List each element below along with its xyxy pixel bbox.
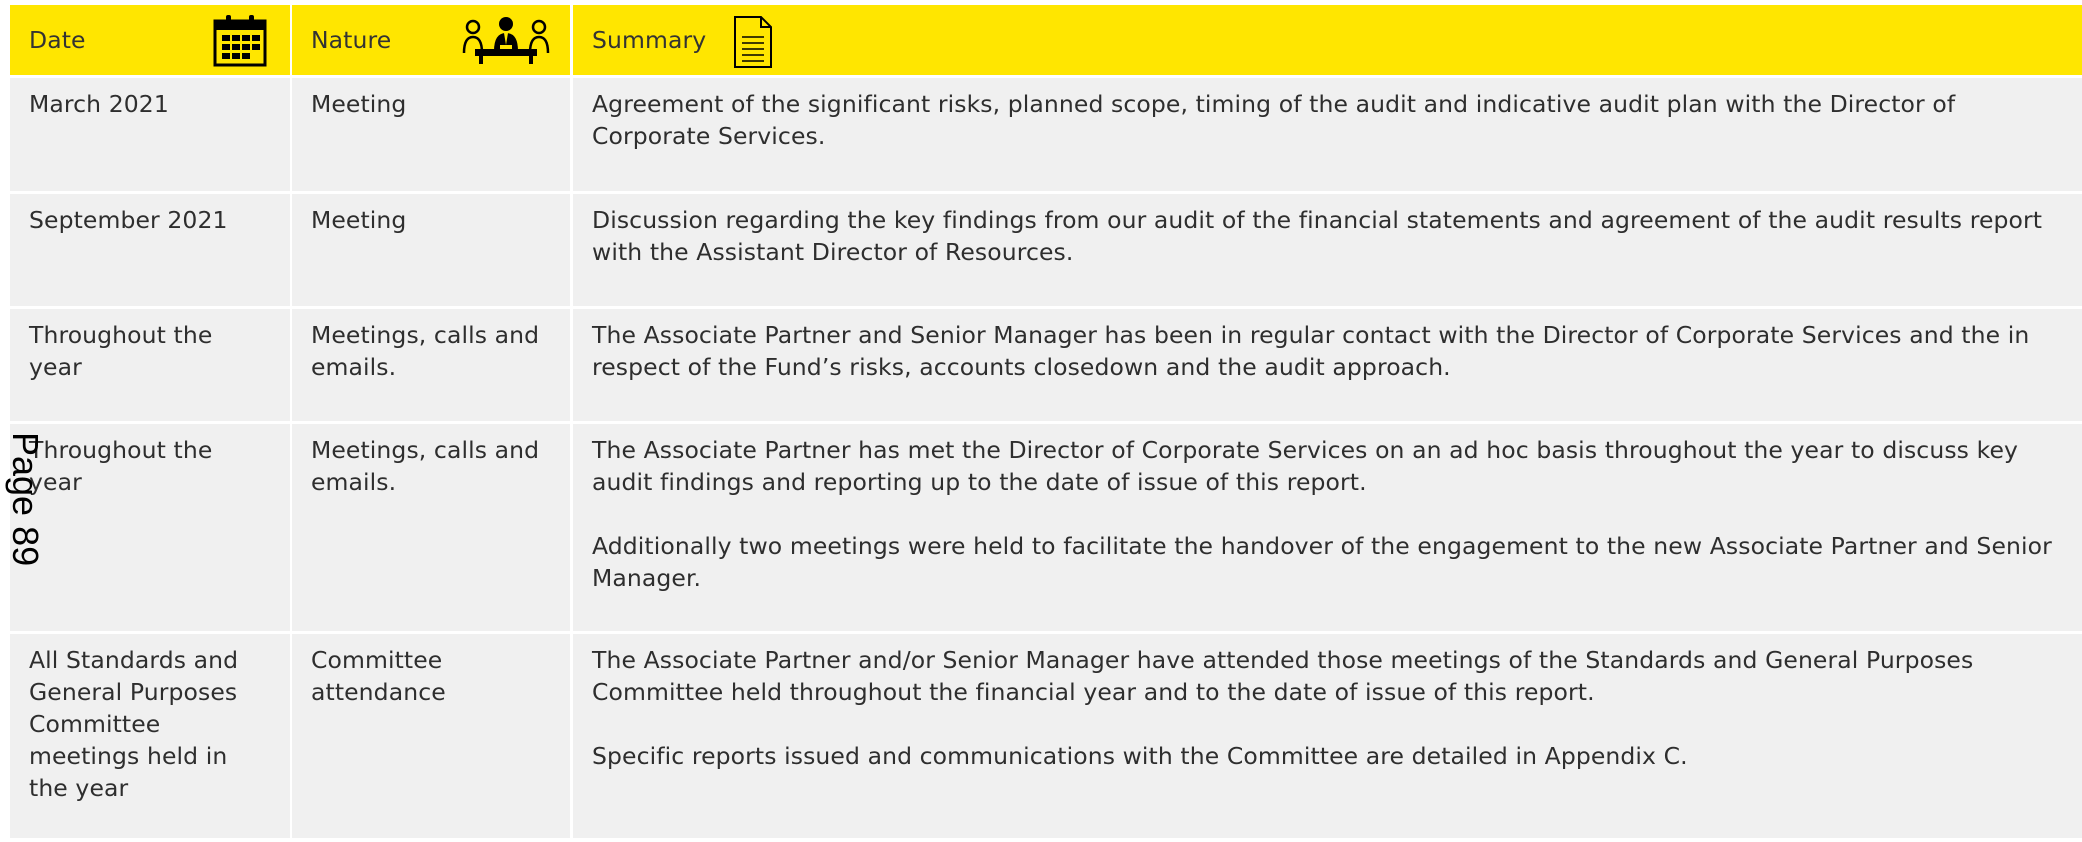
nature-cell: Meeting (292, 194, 570, 306)
nature-cell: Meetings, calls and emails. (292, 424, 570, 631)
table-header: Date Nature Summary (10, 5, 2082, 75)
summary-paragraph: Additionally two meetings were held to f… (592, 532, 2052, 592)
page-number-stamp: Page 89 (5, 432, 46, 567)
header-date: Date (10, 5, 290, 75)
nature-cell: Meeting (292, 78, 570, 191)
header-nature-label: Nature (311, 26, 392, 54)
table-row: March 2021 Meeting Agreement of the sign… (10, 78, 2082, 191)
header-date-label: Date (29, 26, 86, 54)
date-cell: Throughout the year (10, 424, 290, 631)
nature-cell: Meetings, calls and emails. (292, 309, 570, 421)
table-row: September 2021 Meeting Discussion regard… (10, 194, 2082, 306)
summary-cell: The Associate Partner has met the Direct… (573, 424, 2082, 631)
header-summary-label: Summary (592, 26, 707, 54)
date-cell: Throughout the year (10, 309, 290, 421)
header-summary: Summary (573, 5, 2082, 75)
summary-paragraph: The Associate Partner has met the Direct… (592, 436, 2019, 496)
date-cell: September 2021 (10, 194, 290, 306)
summary-cell: The Associate Partner and/or Senior Mana… (573, 634, 2082, 838)
summary-paragraph: Discussion regarding the key findings fr… (592, 206, 2043, 266)
header-nature: Nature (292, 5, 570, 75)
summary-paragraph: The Associate Partner and Senior Manager… (592, 321, 2030, 381)
date-cell: All Standards and General Purposes Commi… (10, 634, 290, 838)
summary-paragraph: Agreement of the significant risks, plan… (592, 90, 1956, 150)
document-icon (734, 16, 772, 68)
summary-cell: The Associate Partner and Senior Manager… (573, 309, 2082, 421)
summary-paragraph: The Associate Partner and/or Senior Mana… (592, 646, 1974, 706)
table-row: All Standards and General Purposes Commi… (10, 634, 2082, 838)
table-row: Throughout the year Meetings, calls and … (10, 424, 2082, 631)
summary-cell: Agreement of the significant risks, plan… (573, 78, 2082, 191)
summary-cell: Discussion regarding the key findings fr… (573, 194, 2082, 306)
meeting-people-icon (462, 17, 550, 64)
table-row: Throughout the year Meetings, calls and … (10, 309, 2082, 421)
summary-paragraph: Specific reports issued and communicatio… (592, 742, 1688, 770)
nature-cell: Committee attendance (292, 634, 570, 838)
calendar-icon (213, 15, 267, 67)
date-cell: March 2021 (10, 78, 290, 191)
engagement-table: Date Nature Summary March 2021 Meeting A… (10, 5, 2082, 838)
